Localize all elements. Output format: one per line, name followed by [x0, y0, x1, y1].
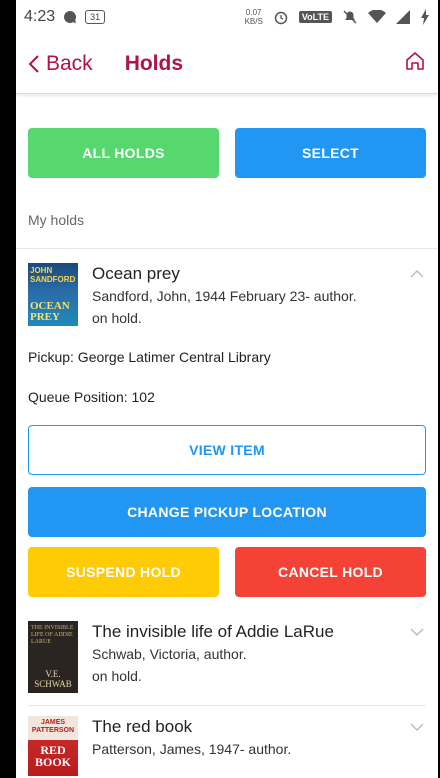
- chevron-left-icon: [28, 54, 39, 73]
- mute-icon: [343, 10, 357, 24]
- select-button[interactable]: SELECT: [235, 128, 426, 178]
- page-title: Holds: [124, 51, 184, 75]
- volte-badge: VoLTE: [298, 11, 332, 23]
- change-pickup-location-button[interactable]: CHANGE PICKUP LOCATION: [28, 487, 426, 537]
- hold-item[interactable]: THE INVISIBLE LIFE OF ADDIE LARUE V.E. S…: [28, 607, 426, 699]
- calendar-icon: 31: [85, 10, 106, 24]
- hold-actions-row: SUSPEND HOLD CANCEL HOLD: [28, 547, 426, 597]
- cover-title: THE INVISIBLE LIFE OF ADDIE LARUE: [31, 625, 74, 645]
- hold-author: Sandford, John, 1944 February 23- author…: [92, 288, 357, 304]
- message-icon: [64, 10, 77, 23]
- all-holds-button[interactable]: ALL HOLDS: [28, 128, 219, 178]
- book-cover: JAMES PATTERSON RED BOOK: [28, 716, 78, 776]
- chevron-down-icon[interactable]: [410, 627, 424, 637]
- signal-icon: [396, 10, 410, 24]
- cover-author: V.E. SCHWAB: [34, 669, 72, 689]
- network-speed: 0.07 KB/S: [245, 8, 263, 26]
- holds-actions: ALL HOLDS SELECT: [28, 128, 426, 178]
- book-cover: THE INVISIBLE LIFE OF ADDIE LARUE V.E. S…: [28, 621, 78, 693]
- status-time: 4:23: [24, 8, 56, 25]
- hold-item[interactable]: JOHN SANDFORD OCEAN PREY Ocean prey Sand…: [28, 249, 426, 341]
- section-label: My holds: [28, 212, 85, 228]
- cancel-hold-button[interactable]: CANCEL HOLD: [235, 547, 426, 597]
- hold-item[interactable]: JAMES PATTERSON RED BOOK The red book Pa…: [28, 706, 426, 776]
- app-header: Back Holds: [16, 34, 438, 94]
- queue-position: Queue Position: 102: [28, 389, 155, 405]
- app-screen: 4:23 31 0.07 KB/S VoLTE Back Holds ALL HO…: [16, 0, 438, 778]
- hold-info: The invisible life of Addie LaRue Schwab…: [92, 621, 334, 699]
- hold-title: Ocean prey: [92, 264, 180, 283]
- chevron-down-icon[interactable]: [410, 722, 424, 732]
- wifi-icon: [368, 10, 386, 23]
- hold-author: Schwab, Victoria, author.: [92, 646, 247, 662]
- hold-status: on hold.: [92, 668, 142, 684]
- back-button[interactable]: Back: [28, 52, 93, 76]
- status-icons: 0.07 KB/S VoLTE: [245, 8, 430, 26]
- book-cover: JOHN SANDFORD OCEAN PREY: [28, 263, 78, 326]
- hold-author: Patterson, James, 1947- author.: [92, 741, 292, 757]
- speed-value: 0.07: [245, 8, 262, 17]
- hold-status: on hold.: [92, 310, 142, 326]
- cover-author: JAMES PATTERSON: [31, 719, 75, 734]
- back-label: Back: [46, 51, 93, 75]
- main-content: ALL HOLDS SELECT My holds JOHN SANDFORD …: [16, 128, 438, 776]
- speed-unit: KB/S: [244, 17, 263, 26]
- cover-author: JOHN SANDFORD: [30, 266, 76, 284]
- cover-title: RED BOOK: [34, 743, 71, 769]
- hold-title: The red book: [92, 717, 193, 736]
- pickup-location: Pickup: George Latimer Central Library: [28, 349, 271, 365]
- chevron-up-icon[interactable]: [410, 269, 424, 279]
- hold-title: The invisible life of Addie LaRue: [92, 622, 334, 641]
- status-bar: 4:23 31 0.07 KB/S VoLTE: [16, 0, 438, 34]
- hold-info: Ocean prey Sandford, John, 1944 February…: [92, 263, 357, 341]
- home-button[interactable]: [404, 50, 426, 77]
- hold-info: The red book Patterson, James, 1947- aut…: [92, 716, 291, 776]
- suspend-hold-button[interactable]: SUSPEND HOLD: [28, 547, 219, 597]
- alarm-icon: [274, 11, 288, 25]
- battery-charging-icon: [421, 9, 429, 25]
- view-item-button[interactable]: VIEW ITEM: [28, 425, 426, 475]
- home-icon: [406, 52, 424, 70]
- cover-title: OCEAN PREY: [30, 300, 70, 323]
